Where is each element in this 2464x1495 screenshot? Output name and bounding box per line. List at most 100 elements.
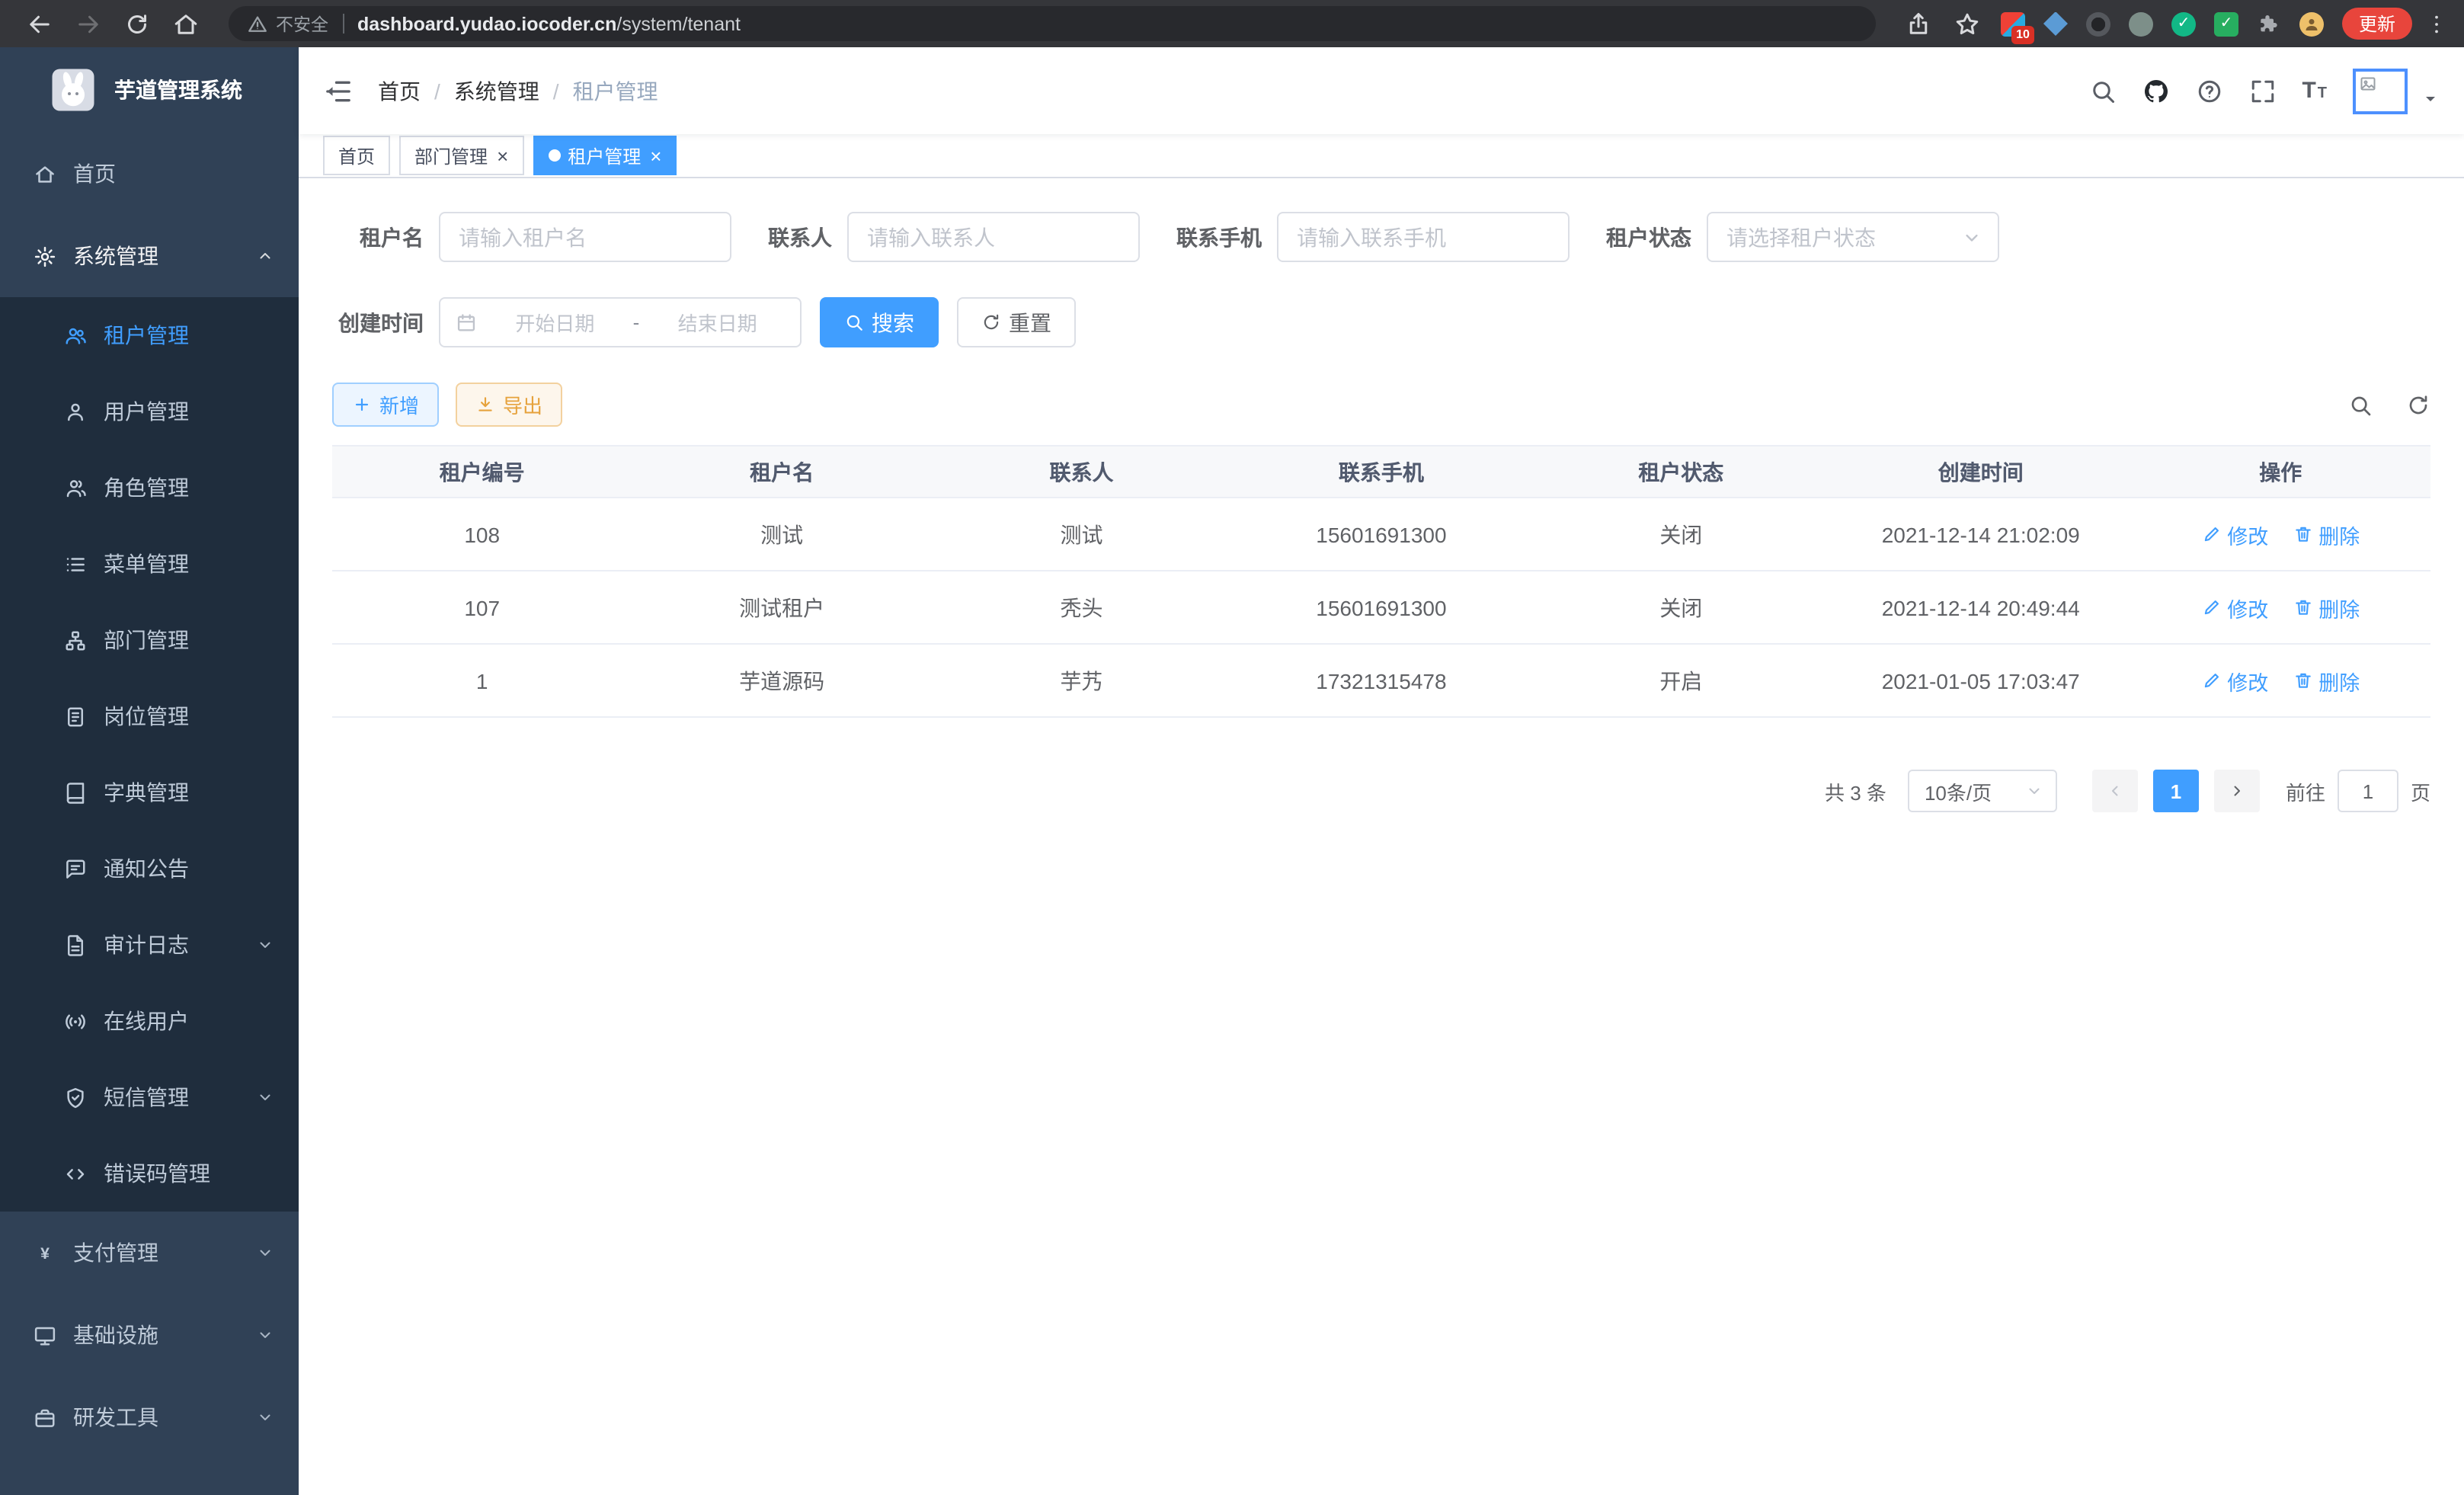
browser-home-icon[interactable] — [172, 10, 200, 37]
filter-contact: 联系人 — [768, 212, 1140, 262]
sidebar: 芋道管理系统 首页系统管理租户管理用户管理角色管理菜单管理部门管理岗位管理字典管… — [0, 47, 299, 1495]
edit-link[interactable]: 修改 — [2201, 519, 2268, 549]
sidebar-item-user-management[interactable]: 用户管理 — [0, 373, 299, 450]
goto-page-input[interactable] — [2338, 770, 2398, 812]
tab-label: 租户管理 — [568, 142, 641, 168]
sidebar-item-error-code-management[interactable]: 错误码管理 — [0, 1135, 299, 1212]
sidebar-item-home[interactable]: 首页 — [0, 133, 299, 215]
cell-status: 开启 — [1531, 644, 1831, 717]
url-bar[interactable]: 不安全 dashboard.yudao.iocoder.cn/system/te… — [229, 6, 1876, 41]
sidebar-item-menu-management[interactable]: 菜单管理 — [0, 526, 299, 602]
extension-icon-1[interactable]: 10 — [2001, 11, 2025, 36]
sidebar-item-sms-management[interactable]: 短信管理 — [0, 1059, 299, 1135]
role-icon — [64, 476, 87, 499]
breadcrumb: 首页/系统管理/租户管理 — [378, 75, 658, 106]
sidebar-item-payment-management[interactable]: ¥支付管理 — [0, 1212, 299, 1294]
export-button[interactable]: 导出 — [456, 383, 562, 427]
delete-link[interactable]: 删除 — [2293, 665, 2360, 696]
signal-icon — [64, 1010, 87, 1032]
breadcrumb-item-1[interactable]: 首页 — [378, 75, 421, 106]
contact-input[interactable] — [847, 212, 1140, 262]
sidebar-item-label: 支付管理 — [73, 1237, 158, 1268]
help-icon[interactable] — [2195, 77, 2222, 104]
total-count: 共 3 条 — [1825, 776, 1886, 805]
refresh-table-icon[interactable] — [2406, 392, 2430, 417]
calendar-icon — [456, 312, 477, 333]
toggle-search-icon[interactable] — [2348, 392, 2373, 417]
edit-link[interactable]: 修改 — [2201, 592, 2268, 623]
sidebar-item-system-management[interactable]: 系统管理 — [0, 215, 299, 297]
reload-icon[interactable] — [123, 10, 151, 37]
sidebar-item-label: 角色管理 — [104, 472, 189, 503]
sidebar-item-post-management[interactable]: 岗位管理 — [0, 678, 299, 754]
close-tab-icon[interactable]: × — [497, 146, 508, 165]
search-icon — [844, 312, 864, 332]
forward-icon[interactable] — [75, 10, 102, 37]
page-1-button[interactable]: 1 — [2153, 770, 2199, 812]
sidebar-item-online-users[interactable]: 在线用户 — [0, 983, 299, 1059]
date-range-picker[interactable]: 开始日期 - 结束日期 — [439, 297, 802, 347]
extension-icon-2[interactable] — [2043, 11, 2068, 36]
sidebar-item-role-management[interactable]: 角色管理 — [0, 450, 299, 526]
search-button[interactable]: 搜索 — [820, 297, 939, 347]
tab-3[interactable]: 租户管理 × — [533, 136, 677, 175]
extension-icon-4[interactable] — [2129, 11, 2153, 36]
font-size-icon[interactable]: TT — [2302, 79, 2327, 102]
phone-input[interactable] — [1277, 212, 1570, 262]
badge-icon — [64, 705, 87, 728]
github-icon[interactable] — [2142, 77, 2169, 104]
next-page-button[interactable] — [2214, 770, 2260, 812]
edit-link[interactable]: 修改 — [2201, 665, 2268, 696]
sidebar-item-tenant-management[interactable]: 租户管理 — [0, 297, 299, 373]
tab-2[interactable]: 部门管理× — [399, 136, 523, 175]
cell-created: 2021-12-14 20:49:44 — [1831, 571, 2130, 644]
extensions-puzzle-icon[interactable] — [2257, 11, 2281, 36]
browser-update-button[interactable]: 更新 — [2342, 8, 2412, 40]
extension-icon-5[interactable]: ✓ — [2171, 11, 2196, 36]
delete-link[interactable]: 删除 — [2293, 592, 2360, 623]
end-date-placeholder: 结束日期 — [650, 308, 785, 337]
filter-phone: 联系手机 — [1176, 212, 1570, 262]
sidebar-item-dict-management[interactable]: 字典管理 — [0, 754, 299, 831]
cell-actions: 修改删除 — [2130, 571, 2430, 644]
page-size-select[interactable]: 10条/页 — [1908, 770, 2057, 812]
sidebar-item-audit-log[interactable]: 审计日志 — [0, 907, 299, 983]
security-label[interactable]: 不安全 — [276, 11, 328, 36]
avatar-caret-icon[interactable] — [2421, 89, 2440, 107]
tenant-name-label: 租户名 — [332, 222, 424, 252]
add-button[interactable]: 新增 — [332, 383, 439, 427]
fullscreen-icon[interactable] — [2248, 77, 2276, 104]
sidebar-item-infrastructure[interactable]: 基础设施 — [0, 1294, 299, 1376]
header-search-icon[interactable] — [2088, 77, 2116, 104]
trash-icon — [2293, 597, 2312, 617]
sidebar-item-label: 租户管理 — [104, 320, 189, 351]
app-logo[interactable]: 芋道管理系统 — [0, 47, 299, 133]
chevron-down-icon — [256, 1088, 274, 1106]
delete-link[interactable]: 删除 — [2293, 519, 2360, 549]
sidebar-item-dev-tools[interactable]: 研发工具 — [0, 1376, 299, 1458]
chevron-right-icon — [2228, 782, 2246, 800]
prev-page-button[interactable] — [2092, 770, 2138, 812]
sidebar-item-notice[interactable]: 通知公告 — [0, 831, 299, 907]
back-icon[interactable] — [26, 10, 53, 37]
reset-button[interactable]: 重置 — [957, 297, 1076, 347]
tab-1[interactable]: 首页 — [323, 136, 390, 175]
tenant-name-input[interactable] — [439, 212, 731, 262]
sidebar-item-dept-management[interactable]: 部门管理 — [0, 602, 299, 678]
url-domain: dashboard.yudao.iocoder.cn — [357, 13, 616, 34]
chevron-down-icon — [256, 1244, 274, 1262]
cell-status: 关闭 — [1531, 571, 1831, 644]
close-tab-icon[interactable]: × — [650, 146, 661, 165]
bookmark-star-icon[interactable] — [1954, 10, 1981, 37]
extension-icon-6[interactable]: ✓ — [2214, 11, 2238, 36]
sidebar-toggle-icon[interactable] — [323, 75, 354, 106]
status-select[interactable]: 请选择租户状态 — [1707, 212, 1999, 262]
monitor-icon — [34, 1324, 56, 1346]
share-icon[interactable] — [1905, 10, 1932, 37]
browser-menu-icon[interactable] — [2424, 11, 2449, 36]
extension-icon-3[interactable] — [2086, 11, 2110, 36]
browser-profile-icon[interactable] — [2299, 11, 2324, 36]
user-avatar[interactable] — [2353, 68, 2408, 114]
cell-id: 1 — [332, 644, 632, 717]
breadcrumb-item-2[interactable]: 系统管理 — [454, 75, 539, 106]
